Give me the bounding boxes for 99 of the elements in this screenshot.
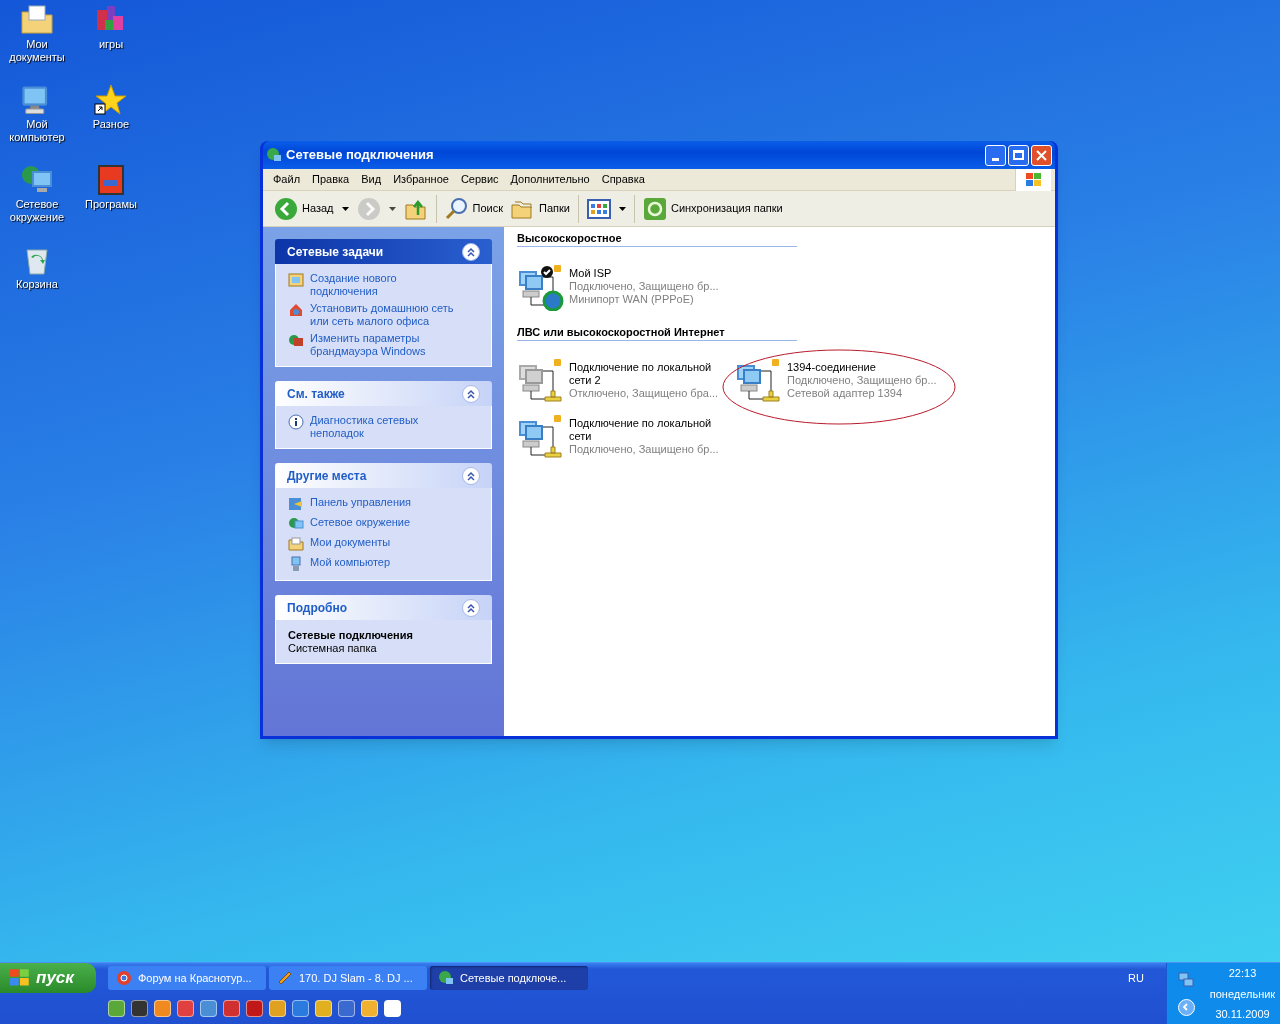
details-description: Системная папка (288, 642, 378, 655)
caret-icon (618, 206, 626, 211)
show-hidden-icons-button[interactable] (1177, 998, 1195, 1016)
views-icon (586, 196, 611, 221)
task-link[interactable]: Изменить параметры брандмауэра Windows (288, 332, 479, 358)
connection-name: Подключение по локальной сети (569, 417, 713, 443)
quick-launch-icon[interactable] (200, 999, 217, 1017)
chevron-left-icon (1182, 1003, 1190, 1011)
menu-item[interactable]: Справка (595, 171, 651, 188)
desktop-shortcut[interactable]: Програмы (74, 162, 148, 242)
connection-name: Подключение по локальной сети 2 (569, 361, 713, 387)
task-pane-title: Другие места (287, 467, 367, 485)
clock-date: 30.11.2009 (1215, 1007, 1270, 1021)
search-button[interactable]: Поиск (441, 193, 506, 224)
group-header: ЛВС или высокоскоростной Интернет (517, 325, 797, 341)
start-button[interactable]: пуск (0, 963, 96, 993)
clock-time: 22:13 (1228, 966, 1257, 980)
sync-icon (642, 196, 667, 221)
star-icon (93, 82, 129, 118)
menu-item[interactable]: Дополнительно (504, 171, 596, 188)
connection-detail: Подключено, Защищено бр... (787, 374, 938, 387)
task-link[interactable]: Панель управления (288, 496, 479, 512)
desktop-shortcut[interactable]: Разное (74, 82, 148, 162)
connection-name: 1394-соединение (787, 361, 877, 374)
connection-item[interactable]: Подключение по локальной сети Подключено, Защищено бр... (517, 413, 735, 469)
menu-item[interactable]: Сервис (454, 171, 505, 188)
desktop-shortcut[interactable]: Корзина (0, 242, 74, 322)
group-header: Высокоскоростное (517, 231, 797, 247)
computer-icon (288, 556, 304, 572)
network-computers-icon (1178, 971, 1194, 988)
connection-detail: Сетевой адаптер 1394 (787, 387, 904, 400)
connection-detail: Подключено, Защищено бр... (569, 280, 720, 293)
browser-icon (116, 970, 132, 986)
quick-launch-icon[interactable] (361, 999, 378, 1017)
double-chevron-icon (466, 388, 476, 399)
taskbar-button[interactable]: Форум на Краснотур... (108, 966, 266, 990)
quick-launch-icon[interactable] (384, 999, 401, 1017)
menu-item[interactable]: Правка (306, 171, 356, 188)
folders-button[interactable]: Папки (508, 193, 573, 224)
sync-button[interactable]: Синхронизация папки (639, 193, 786, 224)
menu-item[interactable]: Вид (355, 171, 388, 188)
double-chevron-icon (466, 602, 476, 613)
task-pane-title: Сетевые задачи (287, 243, 384, 261)
task-pane-title: Подробно (287, 599, 348, 617)
details-name: Сетевые подключения (288, 628, 414, 642)
quick-launch-icon[interactable] (338, 999, 355, 1017)
quick-launch-icon[interactable] (131, 999, 148, 1017)
connection-item[interactable]: Подключение по локальной сети 2 Отключено, Защищено бра... (517, 357, 735, 413)
quick-launch-icon[interactable] (108, 999, 125, 1017)
task-link[interactable]: Сетевое окружение (288, 516, 479, 532)
quick-launch-icon[interactable] (154, 999, 171, 1017)
collapse-button[interactable] (462, 466, 480, 485)
desktop-shortcut[interactable]: Мои документы (0, 2, 74, 82)
quick-launch-icon[interactable] (269, 999, 286, 1017)
task-pane-title: См. также (287, 385, 345, 403)
back-button[interactable]: Назад (271, 193, 352, 224)
close-button[interactable] (1031, 144, 1052, 166)
task-link[interactable]: Установить домашнюю сеть или сеть малого офиса (288, 302, 479, 328)
window-title: Сетевые подключения (286, 146, 435, 165)
caret-icon (388, 206, 396, 211)
double-chevron-icon (466, 246, 476, 257)
globe-computer-icon (288, 516, 304, 532)
network-globe-icon (266, 147, 282, 163)
collapse-button[interactable] (462, 598, 480, 617)
collapse-button[interactable] (462, 242, 480, 261)
quick-launch-icon[interactable] (315, 999, 332, 1017)
connection-detail: Подключено, Защищено бр... (569, 443, 720, 456)
menu-item[interactable]: Файл (267, 171, 307, 188)
windows-logo-icon (10, 969, 30, 987)
info-icon (288, 414, 304, 430)
connection-item[interactable]: Мой ISP Подключено, Защищено бр... Минипорт WAN (PPPoE) (517, 263, 735, 319)
close-icon (1036, 149, 1047, 161)
task-link[interactable]: Мои документы (288, 536, 479, 552)
desktop-shortcut[interactable]: игры (74, 2, 148, 82)
network-globe-icon (438, 970, 454, 986)
language-indicator[interactable]: RU (1128, 969, 1166, 987)
connection-detail: Минипорт WAN (PPPoE) (569, 293, 695, 306)
quick-launch-icon[interactable] (246, 999, 263, 1017)
taskbar-button[interactable]: Сетевые подключе... (430, 966, 588, 990)
desktop-shortcut[interactable]: Сетевое окружение (0, 162, 74, 242)
task-link[interactable]: Мой компьютер (288, 556, 479, 572)
caret-icon (341, 206, 349, 211)
clock-day: понедельник (1209, 986, 1276, 1001)
desktop-shortcut[interactable]: Мой компьютер (0, 82, 74, 162)
collapse-button[interactable] (462, 384, 480, 403)
folder-icon (288, 536, 304, 552)
quick-launch-icon[interactable] (223, 999, 240, 1017)
taskbar-button[interactable]: 170. DJ Slam - 8. DJ ... (269, 966, 427, 990)
quick-launch-icon[interactable] (177, 999, 194, 1017)
house-icon (288, 302, 304, 318)
quick-launch-icon[interactable] (292, 999, 309, 1017)
double-chevron-icon (466, 470, 476, 481)
search-icon (444, 196, 469, 221)
maximize-button[interactable] (1008, 144, 1029, 166)
minimize-button[interactable] (985, 144, 1006, 166)
connection-name: Мой ISP (569, 267, 613, 280)
menu-item[interactable]: Избранное (387, 171, 455, 188)
connection-detail: Отключено, Защищено бра... (569, 387, 720, 400)
task-link[interactable]: Создание нового подключения (288, 272, 479, 298)
